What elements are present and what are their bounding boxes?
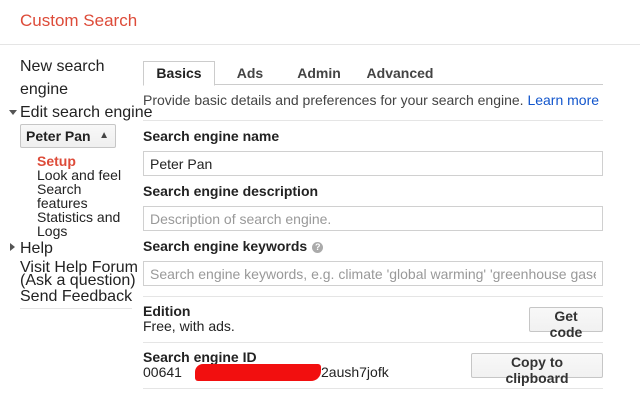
engine-description-input[interactable] bbox=[143, 206, 603, 231]
tab-advanced[interactable]: Advanced bbox=[363, 62, 437, 84]
app-title[interactable]: Custom Search bbox=[20, 11, 137, 31]
expanded-arrow-icon bbox=[9, 110, 17, 115]
engine-name-label: Search engine name bbox=[143, 128, 280, 144]
divider bbox=[143, 342, 603, 343]
help-icon[interactable]: ? bbox=[312, 242, 324, 253]
edition-value: Free, with ads. bbox=[143, 318, 235, 334]
app-header: Custom Search bbox=[0, 0, 640, 45]
engine-select[interactable]: Peter Pan ▲ bbox=[20, 124, 116, 148]
divider bbox=[143, 120, 603, 121]
sidebar-divider bbox=[20, 308, 132, 309]
edition-label: Edition bbox=[143, 303, 191, 319]
get-code-button[interactable]: Get code bbox=[529, 307, 603, 340]
engine-id-prefix: 00641 bbox=[143, 364, 182, 380]
sidebar-item-new-search[interactable]: New search bbox=[20, 58, 104, 76]
select-updown-icon: ▲ bbox=[99, 130, 109, 141]
engine-name-input[interactable] bbox=[143, 151, 603, 176]
engine-description-label: Search engine description bbox=[143, 183, 319, 199]
sidebar-item-search-features-line2[interactable]: features bbox=[37, 196, 88, 210]
learn-more-link[interactable]: Learn more bbox=[527, 92, 599, 108]
sidebar-item-edit-search-engine[interactable]: Edit search engine bbox=[20, 104, 153, 122]
engine-keywords-label: Search engine keywords? bbox=[143, 238, 324, 254]
intro-text: Provide basic details and preferences fo… bbox=[143, 92, 599, 108]
divider bbox=[143, 388, 603, 389]
sidebar-item-setup[interactable]: Setup bbox=[37, 154, 76, 168]
divider bbox=[143, 296, 603, 297]
sidebar-item-search-features[interactable]: Search bbox=[37, 182, 81, 196]
redaction-mark bbox=[195, 364, 321, 381]
tab-ads[interactable]: Ads bbox=[225, 62, 275, 84]
collapsed-arrow-icon bbox=[10, 243, 15, 251]
tab-admin[interactable]: Admin bbox=[291, 62, 347, 84]
sidebar-item-new-search-line2[interactable]: engine bbox=[20, 81, 68, 99]
engine-select-value: Peter Pan bbox=[26, 128, 91, 144]
intro-description: Provide basic details and preferences fo… bbox=[143, 92, 524, 108]
engine-id-suffix: 2aush7jofk bbox=[321, 364, 389, 380]
sidebar-item-statistics-line2[interactable]: Logs bbox=[37, 224, 67, 238]
sidebar-item-send-feedback[interactable]: Send Feedback bbox=[20, 288, 132, 306]
sidebar-item-statistics[interactable]: Statistics and bbox=[37, 210, 120, 224]
sidebar-item-look-and-feel[interactable]: Look and feel bbox=[37, 168, 121, 182]
engine-id-label: Search engine ID bbox=[143, 349, 257, 365]
engine-keywords-input[interactable] bbox=[143, 261, 603, 286]
copy-to-clipboard-button[interactable]: Copy to clipboard bbox=[471, 353, 603, 386]
sidebar-item-help[interactable]: Help bbox=[20, 240, 53, 258]
engine-keywords-label-text: Search engine keywords bbox=[143, 238, 308, 254]
tab-basics[interactable]: Basics bbox=[143, 61, 215, 86]
